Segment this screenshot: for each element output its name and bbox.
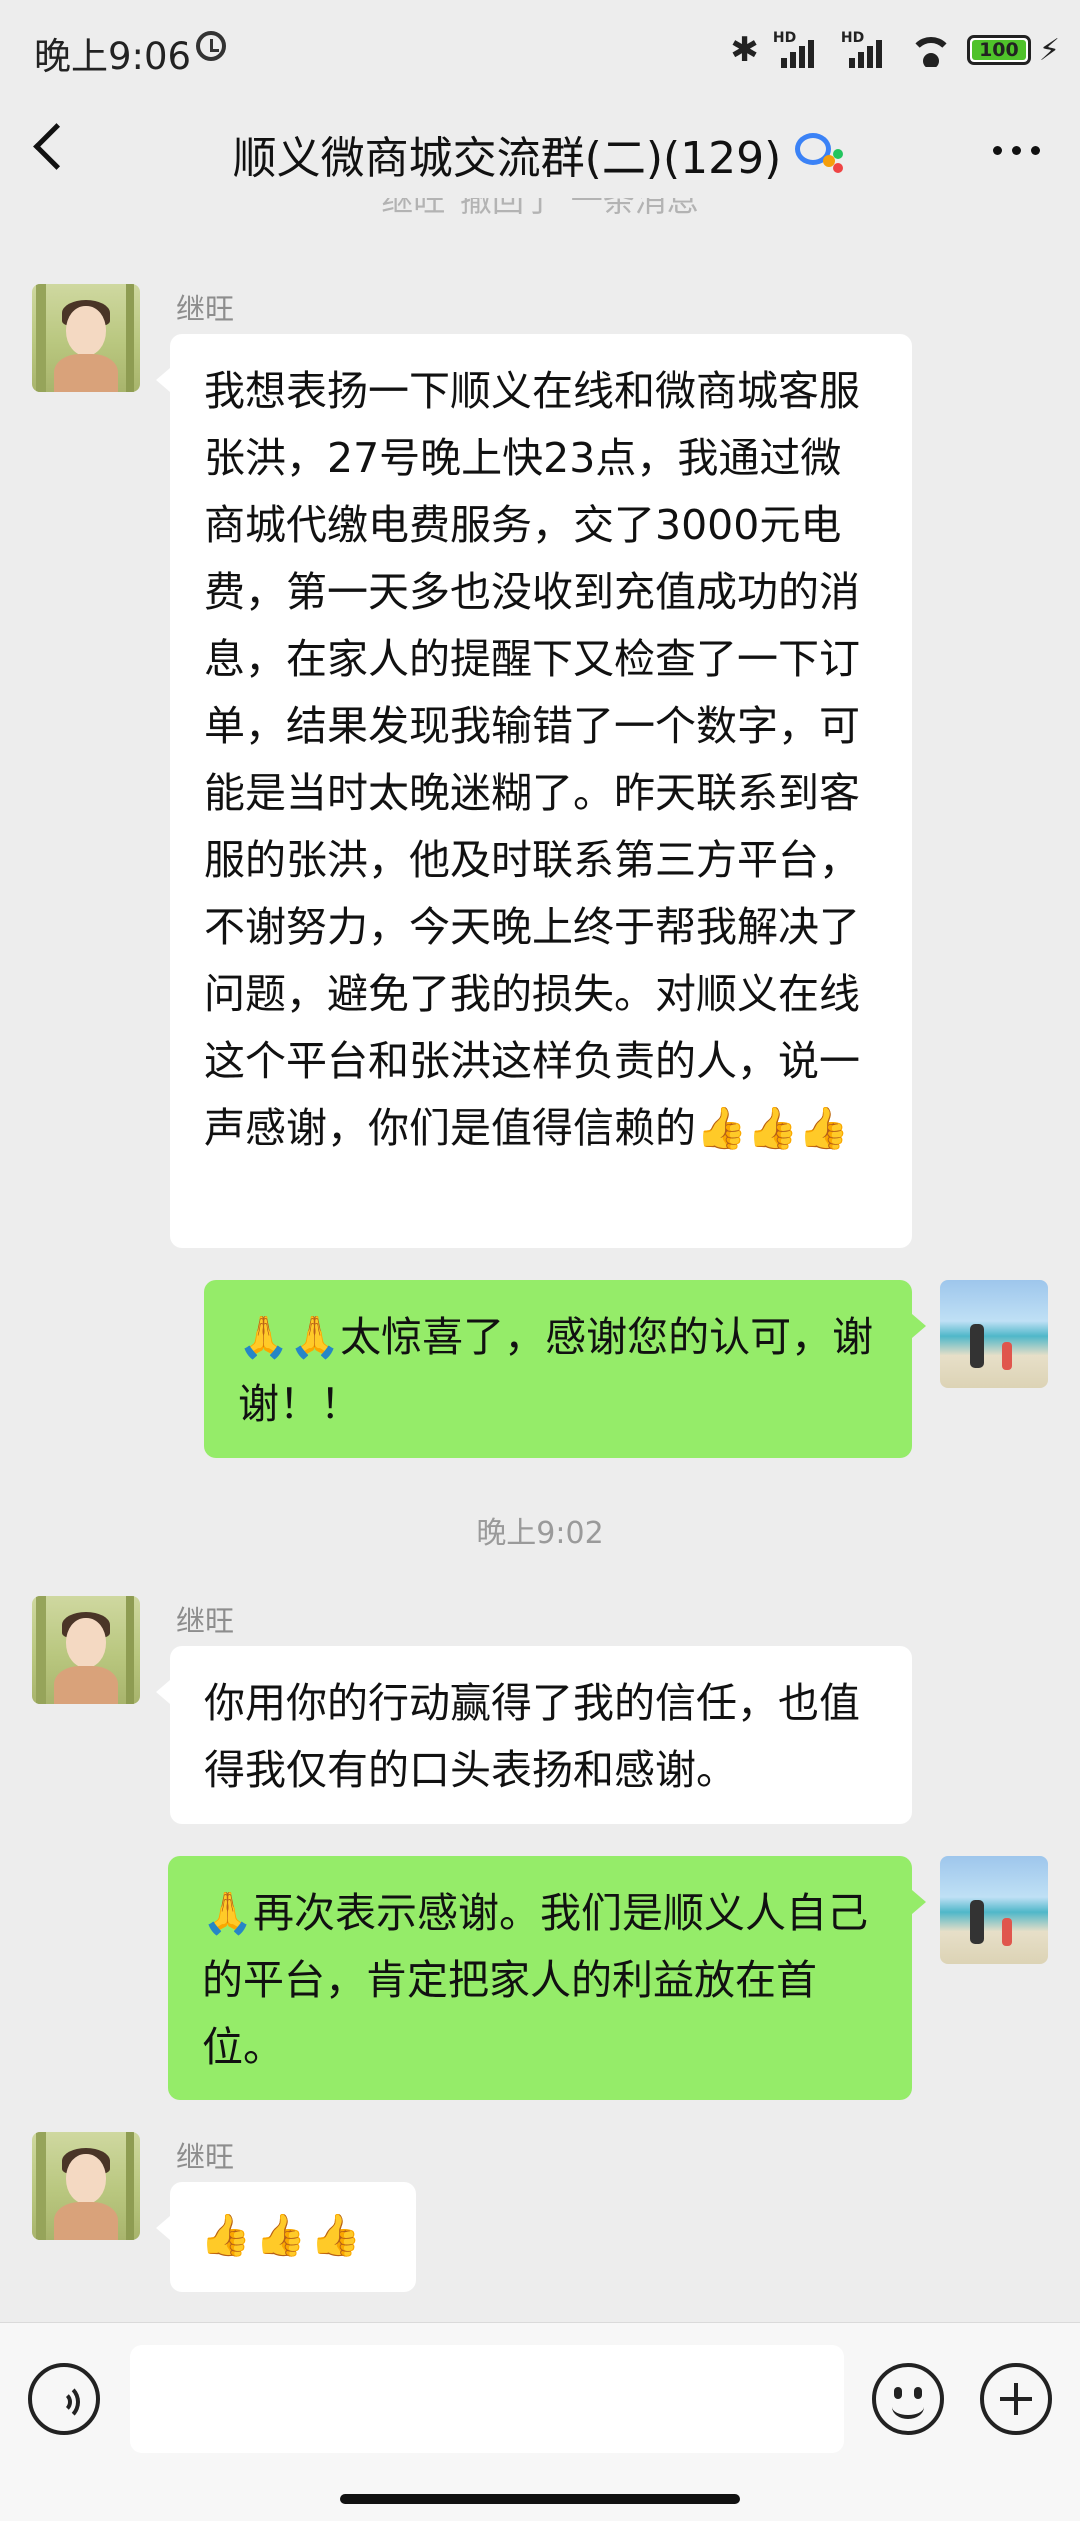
message-bubble-incoming[interactable]: 你用你的行动赢得了我的信任，也值得我仅有的口头表扬和感谢。 [156,1646,912,1824]
more-dots-icon[interactable] [993,146,1040,155]
message-input[interactable] [130,2345,844,2453]
plus-circle-icon[interactable] [980,2363,1052,2435]
chat-header: 顺义微商城交流群(二)(129) [0,100,1080,204]
emoji-smile-icon[interactable] [872,2363,944,2435]
message-bubble-outgoing[interactable]: 🙏再次表示感谢。我们是顺义人自己的平台，肯定把家人的利益放在首位。 [168,1856,926,2100]
avatar[interactable] [32,284,140,392]
signal-icon-1: HD [773,30,827,70]
sender-name: 继旺 [176,2140,235,2174]
bluetooth-icon: ✱ [730,30,759,70]
chat-bubble-icon [795,131,847,177]
sender-name: 继旺 [176,1604,235,1638]
home-indicator[interactable] [340,2494,740,2504]
charging-bolt-icon: ⚡ [1038,32,1060,68]
wifi-icon [908,33,953,67]
voice-icon[interactable] [28,2363,100,2435]
status-icons: ✱ HD HD 100 ⚡ [730,28,1060,72]
battery-icon: 100 [966,35,1031,65]
avatar[interactable] [32,2132,140,2240]
battery-level: 100 [979,39,1019,61]
alarm-icon [196,31,226,61]
sender-name: 继旺 [176,292,235,326]
chat-title: 顺义微商城交流群(二)(129) [232,133,782,184]
chat-input-bar [0,2322,1080,2521]
message-bubble-incoming[interactable]: 👍👍👍 [156,2182,416,2292]
chat-title-container: 顺义微商城交流群(二)(129) [0,122,1080,186]
status-bar: 晚上9:06 ✱ HD HD 100 ⚡ [0,0,1080,100]
avatar[interactable] [940,1280,1048,1388]
message-timestamp: 晚上9:02 [476,1516,604,1551]
message-bubble-incoming[interactable]: 我想表扬一下顺义在线和微商城客服张洪，27号晚上快23点，我通过微商城代缴电费服… [156,334,912,1248]
recalled-message-notice: 继旺"撤回了"一条消息 [381,198,699,219]
signal-icon-2: HD [841,30,895,70]
avatar[interactable] [940,1856,1048,1964]
message-bubble-outgoing[interactable]: 🙏🙏太惊喜了，感谢您的认可，谢谢！！ [204,1280,926,1458]
status-time: 晚上9:06 [34,35,192,78]
avatar[interactable] [32,1596,140,1704]
